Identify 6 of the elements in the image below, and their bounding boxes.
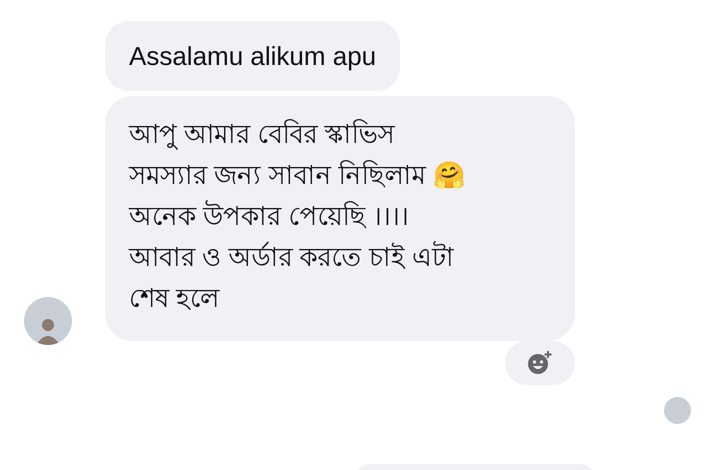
add-reaction-button[interactable] bbox=[505, 341, 575, 385]
smiley-plus-icon bbox=[527, 350, 553, 376]
avatar[interactable] bbox=[24, 297, 72, 345]
message-bubble: আপু আমার বেবির স্কাভিস সমস্যার জন্য সাবান নিছিলাম 🤗 অনেক উপকার পেয়েছি ।।।। আবার ও অর্ডার করতে চাই এটা শেষ হলে bbox=[105, 96, 575, 341]
message-bubble: Assalamu alikum apu bbox=[105, 21, 400, 91]
read-receipt-avatar bbox=[664, 397, 691, 424]
